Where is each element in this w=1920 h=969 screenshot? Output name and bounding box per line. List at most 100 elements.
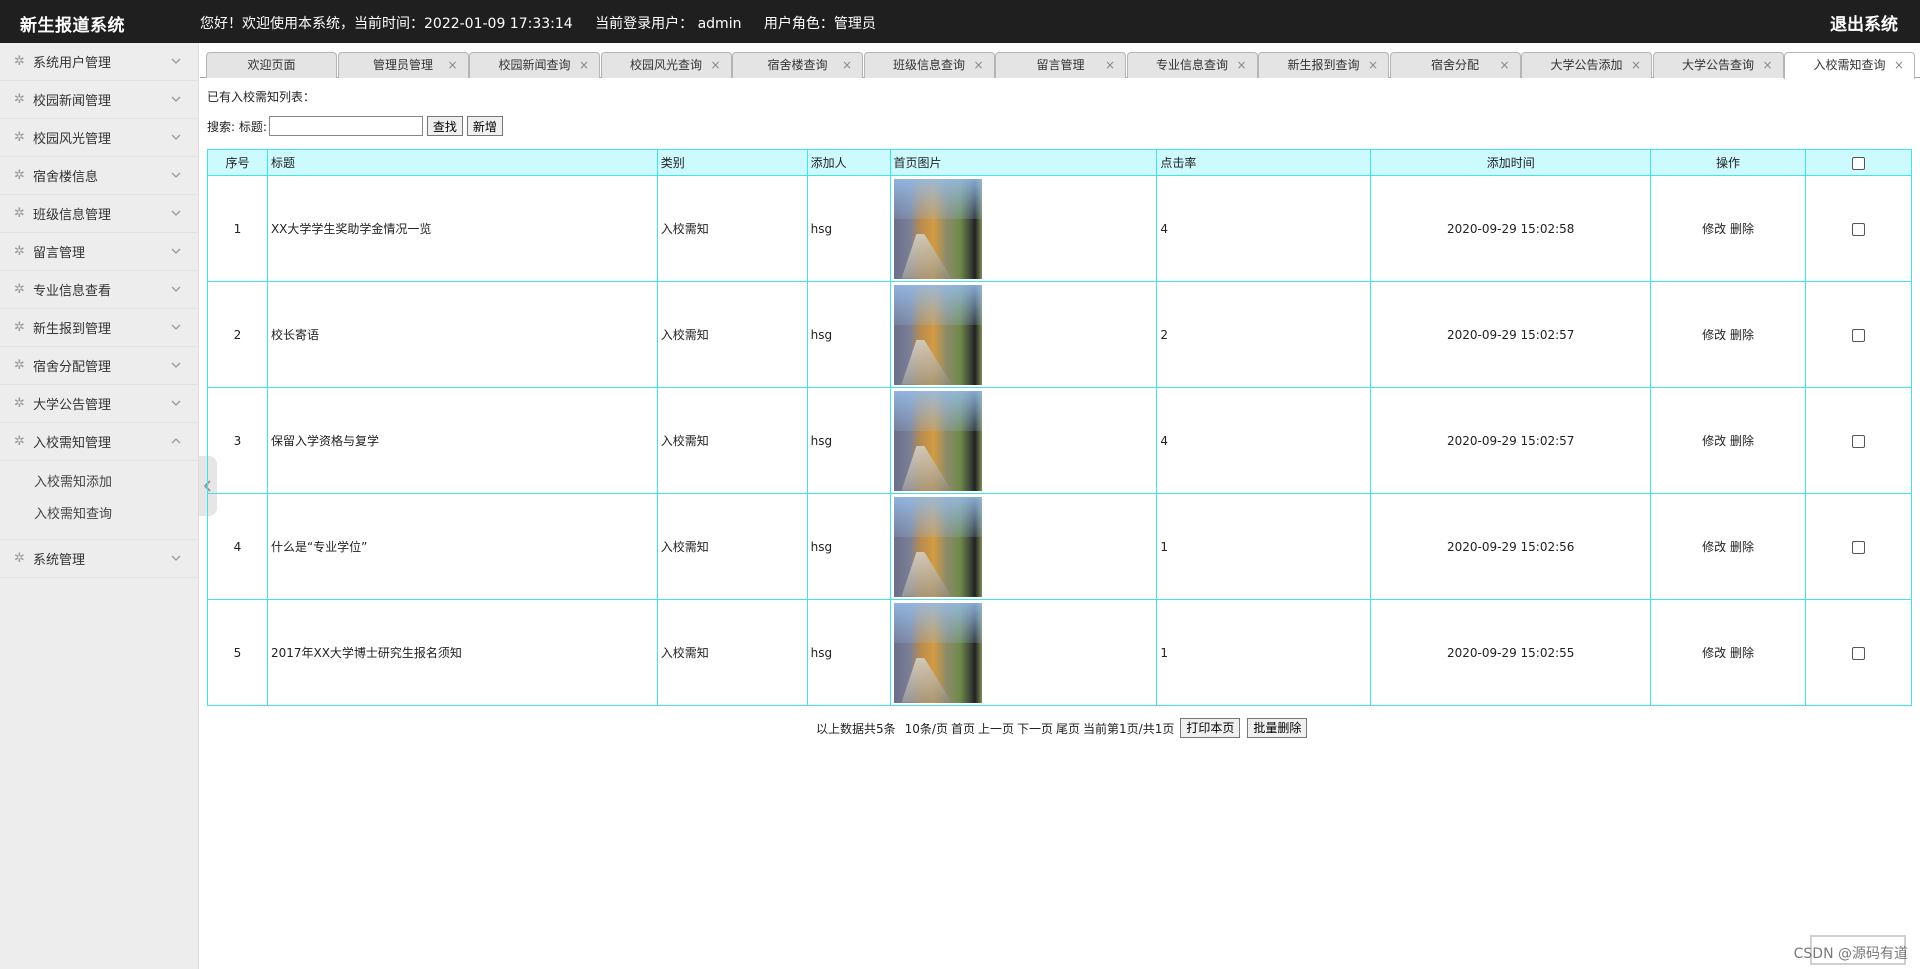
edit-link[interactable]: 修改: [1702, 540, 1726, 554]
tab-label: 欢迎页面: [247, 58, 296, 72]
sidebar-item-8[interactable]: ✲ 宿舍分配管理: [0, 347, 198, 385]
chevron-down-icon: [171, 210, 181, 216]
cell-author: hsg: [806, 387, 891, 494]
chevron-up-icon: [171, 438, 181, 444]
row-checkbox[interactable]: [1852, 328, 1865, 342]
sidebar-item-1[interactable]: ✲ 校园新闻管理: [0, 81, 198, 119]
sidebar-item-5[interactable]: ✲ 留言管理: [0, 233, 198, 271]
sidebar-item-2[interactable]: ✲ 校园风光管理: [0, 119, 198, 157]
edit-link[interactable]: 修改: [1702, 434, 1726, 448]
cell-category: 入校需知: [656, 175, 808, 282]
delete-link[interactable]: 删除: [1730, 540, 1754, 554]
edit-link[interactable]: 修改: [1702, 646, 1726, 660]
row-checkbox[interactable]: [1852, 540, 1865, 554]
tab-6[interactable]: 留言管理 ×: [995, 52, 1126, 78]
edit-link[interactable]: 修改: [1702, 328, 1726, 342]
tab-0[interactable]: 欢迎页面: [206, 52, 337, 78]
row-checkbox[interactable]: [1852, 222, 1865, 236]
delete-link[interactable]: 删除: [1730, 646, 1754, 660]
delete-link[interactable]: 删除: [1730, 434, 1754, 448]
tab-7[interactable]: 专业信息查询 ×: [1126, 52, 1258, 78]
tab-5[interactable]: 班级信息查询 ×: [863, 52, 995, 78]
close-icon[interactable]: ×: [1894, 53, 1904, 77]
sidebar: ✲ 系统用户管理 ✲ 校园新闻管理 ✲ 校园风光管理 ✲ 宿舍楼信息 ✲ 班级信息管理 ✲ 留言管理 ✲…: [0, 43, 199, 969]
logout-button[interactable]: 退出系统: [1830, 10, 1898, 35]
sidebar-item-label: 系统管理: [33, 553, 86, 568]
gear-icon: ✲: [14, 91, 25, 107]
submenu-item-0[interactable]: 入校需知添加: [0, 467, 198, 499]
row-checkbox[interactable]: [1852, 646, 1865, 660]
next-page-link[interactable]: 下一页: [1017, 720, 1053, 737]
sidebar-item-3[interactable]: ✲ 宿舍楼信息: [0, 157, 198, 195]
cell-image: [889, 281, 1158, 388]
submenu-item-1[interactable]: 入校需知查询: [0, 499, 198, 531]
greeting-text: 您好！欢迎使用本系统，当前时间：2022-01-09 17:33:14: [200, 16, 573, 32]
last-page-link[interactable]: 尾页: [1056, 720, 1080, 737]
cover-image: [893, 284, 982, 385]
tab-3[interactable]: 校园风光查询 ×: [600, 52, 732, 78]
search-label: 搜索: 标题:: [207, 119, 267, 134]
close-icon[interactable]: ×: [1236, 53, 1246, 77]
select-all-checkbox[interactable]: [1852, 156, 1865, 170]
tab-label: 宿舍分配: [1430, 58, 1479, 72]
close-icon[interactable]: ×: [447, 53, 457, 77]
tab-label: 宿舍楼查询: [767, 58, 828, 72]
close-icon[interactable]: ×: [973, 53, 983, 77]
chevron-down-icon: [171, 96, 181, 102]
row-checkbox[interactable]: [1852, 434, 1865, 448]
tab-4[interactable]: 宿舍楼查询 ×: [732, 52, 863, 78]
batch-delete-button[interactable]: 批量删除: [1247, 718, 1308, 738]
col-header-actions: 操作: [1650, 149, 1806, 176]
table-row: 4 什么是“专业学位” 入校需知 hsg 1 2020-09-29 15:02:56 修改 …: [207, 493, 1912, 600]
first-page-link[interactable]: 首页: [951, 720, 975, 737]
tab-12[interactable]: 入校需知查询 ×: [1784, 52, 1915, 79]
delete-link[interactable]: 删除: [1730, 222, 1754, 236]
col-header-category: 类别: [656, 149, 808, 176]
sidebar-item-6[interactable]: ✲ 专业信息查看: [0, 271, 198, 309]
close-icon[interactable]: ×: [1631, 53, 1641, 77]
close-icon[interactable]: ×: [1105, 53, 1115, 77]
sidebar-item-label: 宿舍楼信息: [33, 170, 99, 185]
title-search-input[interactable]: [268, 116, 423, 136]
close-icon[interactable]: ×: [579, 53, 589, 77]
sidebar-item-9[interactable]: ✲ 大学公告管理: [0, 385, 198, 423]
cell-select: [1805, 387, 1912, 494]
cell-category: 入校需知: [656, 281, 808, 388]
tab-1[interactable]: 管理员管理 ×: [337, 52, 469, 78]
sidebar-item-7[interactable]: ✲ 新生报到管理: [0, 309, 198, 347]
print-page-button[interactable]: 打印本页: [1180, 718, 1241, 738]
delete-link[interactable]: 删除: [1730, 328, 1754, 342]
cell-clicks: 1: [1156, 493, 1372, 600]
add-button[interactable]: 新增: [466, 116, 503, 136]
sidebar-item-11[interactable]: ✲ 系统管理: [0, 540, 198, 578]
tab-8[interactable]: 新生报到查询 ×: [1258, 52, 1389, 78]
tab-label: 留言管理: [1036, 58, 1085, 72]
find-button[interactable]: 查找: [426, 116, 463, 136]
close-icon[interactable]: ×: [842, 53, 852, 77]
cover-image: [893, 390, 982, 491]
sidebar-item-0[interactable]: ✲ 系统用户管理: [0, 43, 198, 81]
cell-time: 2020-09-29 15:02:55: [1370, 599, 1652, 706]
cell-clicks: 4: [1156, 175, 1372, 282]
cell-clicks: 2: [1156, 281, 1372, 388]
gear-icon: ✲: [14, 205, 25, 221]
edit-link[interactable]: 修改: [1702, 222, 1726, 236]
gear-icon: ✲: [14, 167, 25, 183]
sidebar-item-10[interactable]: ✲ 入校需知管理: [0, 423, 198, 461]
tab-9[interactable]: 宿舍分配 ×: [1389, 52, 1521, 78]
close-icon[interactable]: ×: [1499, 53, 1509, 77]
sidebar-item-4[interactable]: ✲ 班级信息管理: [0, 195, 198, 233]
tab-10[interactable]: 大学公告添加 ×: [1521, 52, 1652, 78]
chevron-down-icon: [171, 324, 181, 330]
tab-label: 管理员管理: [372, 58, 433, 72]
tab-2[interactable]: 校园新闻查询 ×: [469, 52, 600, 78]
prev-page-link[interactable]: 上一页: [978, 720, 1014, 737]
cell-category: 入校需知: [656, 387, 808, 494]
close-icon[interactable]: ×: [1762, 53, 1772, 77]
close-icon[interactable]: ×: [710, 53, 720, 77]
chevron-down-icon: [171, 400, 181, 406]
col-header-no: 序号: [207, 149, 268, 176]
tab-11[interactable]: 大学公告查询 ×: [1652, 52, 1784, 78]
close-icon[interactable]: ×: [1368, 53, 1378, 77]
sidebar-item-label: 校园新闻管理: [33, 94, 112, 109]
